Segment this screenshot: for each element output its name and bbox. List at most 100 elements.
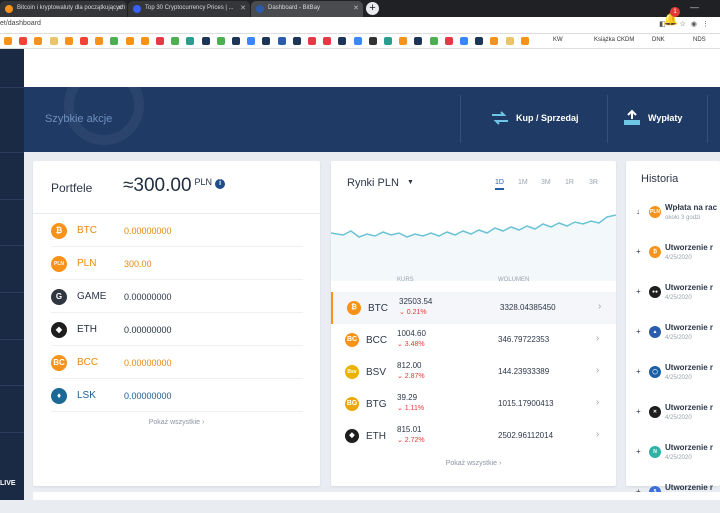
- history-item[interactable]: + ◯ Utworzenie r 4/25/2020: [636, 363, 720, 393]
- wallet-row[interactable]: G GAME 0.00000000: [51, 281, 303, 313]
- bookmark-favicon-icon[interactable]: [49, 37, 58, 45]
- bookmark[interactable]: KW: [553, 37, 563, 43]
- history-item[interactable]: + ▲ Utworzenie r 4/25/2020: [636, 323, 720, 353]
- bookmark-favicon-icon[interactable]: [34, 37, 43, 45]
- bookmark-favicon-icon[interactable]: [308, 37, 316, 45]
- bookmark-favicon-icon[interactable]: [80, 37, 88, 45]
- history-title: Historia: [641, 173, 679, 185]
- live-label[interactable]: LIVE: [0, 480, 16, 487]
- bookmark-favicon-icon[interactable]: [475, 37, 484, 45]
- bookmark-favicon-icon[interactable]: [505, 37, 514, 45]
- market-row[interactable]: BG BTG 39.29 ⌄ 1.11% 1015.17900413 ›: [331, 388, 616, 420]
- window-minimize-icon[interactable]: —: [690, 2, 699, 12]
- bookmark-favicon-icon[interactable]: [292, 37, 301, 45]
- bookmark-favicon-icon[interactable]: [277, 37, 286, 45]
- wallets-title: Portfele: [51, 181, 93, 195]
- bookmark[interactable]: Książka CKDM: [594, 37, 634, 43]
- history-item[interactable]: + ₿ Utworzenie r 4/25/2020: [636, 243, 720, 273]
- chevron-right-icon[interactable]: ›: [598, 301, 601, 312]
- wallet-row[interactable]: ₿ BTC 0.00000000: [51, 215, 303, 247]
- bookmark-favicon-icon[interactable]: [4, 37, 12, 45]
- chevron-right-icon[interactable]: ›: [596, 429, 599, 440]
- bookmark-favicon-icon[interactable]: [338, 37, 347, 45]
- bookmark-favicon-icon[interactable]: [247, 37, 256, 45]
- bookmark-favicon-icon[interactable]: [490, 37, 499, 45]
- bookmark-favicon-icon[interactable]: [201, 37, 210, 45]
- coin-icon: ♦: [51, 388, 67, 404]
- bookmark-favicon-icon[interactable]: [460, 37, 468, 45]
- timeframe-tab[interactable]: 1D: [495, 179, 504, 190]
- bookmark-favicon-icon[interactable]: [95, 37, 104, 45]
- bookmark-favicon-icon[interactable]: [384, 37, 392, 45]
- wallet-row[interactable]: ♦ LSK 0.00000000: [51, 380, 303, 412]
- star-icon[interactable]: ☆: [680, 21, 691, 28]
- bookmark-favicon-icon[interactable]: [140, 37, 149, 45]
- market-row[interactable]: Bsv BSV 812.00 ⌄ 2.87% 144.23933389 ›: [331, 356, 616, 388]
- close-icon[interactable]: ✕: [117, 4, 123, 12]
- bookmark-favicon-icon[interactable]: [353, 37, 362, 45]
- wallet-row[interactable]: ◆ ETH 0.00000000: [51, 314, 303, 346]
- close-icon[interactable]: ✕: [240, 4, 246, 12]
- market-row[interactable]: ₿ BTC 32503.54 ⌄ 0.21% 3328.04385450 ›: [331, 292, 616, 324]
- bookmark[interactable]: NDS: [693, 37, 706, 43]
- bookmark-favicon-icon[interactable]: [110, 37, 119, 45]
- market-row[interactable]: ◆ ETH 815.01 ⌄ 2.72% 2502.96112014 ›: [331, 420, 616, 452]
- new-tab-button[interactable]: +: [366, 2, 379, 15]
- info-icon[interactable]: i: [215, 179, 226, 189]
- bookmark-favicon-icon[interactable]: [171, 37, 180, 45]
- bookmark[interactable]: DNK: [652, 37, 665, 43]
- market-row[interactable]: BC BCC 1004.60 ⌄ 3.48% 346.79722353 ›: [331, 324, 616, 356]
- bookmark-favicon-icon[interactable]: [368, 37, 377, 45]
- chevron-right-icon[interactable]: ›: [596, 397, 599, 408]
- history-item[interactable]: ↓ PLN Wpłata na rac około 3 godzi: [636, 203, 720, 233]
- divider: [707, 95, 708, 143]
- bookmark-favicon-icon[interactable]: [399, 37, 408, 45]
- bookmark-favicon-icon[interactable]: [186, 37, 195, 45]
- menu-icon[interactable]: ⋮: [702, 21, 714, 28]
- market-volume: 144.23933389: [498, 367, 550, 376]
- browser-tab[interactable]: Bitcoin i kryptowaluty dla początkującyc…: [0, 1, 127, 17]
- sidebar-divider: [0, 199, 24, 200]
- history-item[interactable]: + ●● Utworzenie r 4/25/2020: [636, 283, 720, 313]
- browser-tab-active[interactable]: Dashboard - BitBay ✕: [251, 1, 363, 17]
- bookmark-favicon-icon[interactable]: [323, 37, 332, 45]
- markets-title[interactable]: Rynki PLN: [347, 177, 399, 189]
- extension-icon[interactable]: ◉: [691, 21, 702, 28]
- history-item[interactable]: + N Utworzenie r 4/25/2020: [636, 443, 720, 473]
- coin-icon: ₿: [51, 223, 67, 239]
- show-all-wallets-link[interactable]: Pokaż wszystkie ›: [33, 419, 320, 426]
- timeframe-tab[interactable]: 3R: [589, 179, 598, 186]
- close-icon[interactable]: ✕: [353, 4, 359, 12]
- market-price: 1004.60: [397, 329, 426, 338]
- coin-icon: G: [51, 289, 67, 305]
- bookmark-favicon-icon[interactable]: [262, 37, 271, 45]
- tab-favicon-icon: [133, 5, 141, 13]
- url-field[interactable]: et/dashboard: [0, 20, 41, 27]
- bookmark-favicon-icon[interactable]: [216, 37, 225, 45]
- chevron-right-icon[interactable]: ›: [596, 365, 599, 376]
- wallet-symbol: BCC: [77, 357, 99, 368]
- bookmark-favicon-icon[interactable]: [444, 37, 453, 45]
- chevron-right-icon[interactable]: ›: [596, 333, 599, 344]
- bookmark-favicon-icon[interactable]: [19, 37, 28, 45]
- wallet-amount: 0.00000000: [124, 325, 172, 335]
- timeframe-tab[interactable]: 1M: [518, 179, 528, 186]
- wallet-total-value: ≈300.00: [123, 175, 192, 196]
- bookmark-favicon-icon[interactable]: [64, 37, 73, 45]
- bookmark-favicon-icon[interactable]: [156, 37, 164, 45]
- browser-tab[interactable]: Top 30 Cryptocurrency Prices | ... ✕: [128, 1, 250, 17]
- bookmark-favicon-icon[interactable]: [232, 37, 240, 45]
- history-title: Utworzenie r: [665, 243, 714, 252]
- wallet-row[interactable]: BC BCC 0.00000000: [51, 347, 303, 379]
- history-type-icon: +: [636, 407, 641, 416]
- wallet-row[interactable]: PLN PLN 300.00: [51, 248, 303, 280]
- timeframe-tab[interactable]: 1R: [565, 179, 574, 186]
- timeframe-tab[interactable]: 3M: [541, 179, 551, 186]
- bookmark-favicon-icon[interactable]: [520, 37, 529, 45]
- bookmark-favicon-icon[interactable]: [125, 37, 134, 45]
- bookmark-favicon-icon[interactable]: [429, 37, 438, 45]
- history-item[interactable]: + ✕ Utworzenie r 4/25/2020: [636, 403, 720, 433]
- show-all-markets-link[interactable]: Pokaż wszystkie ›: [331, 460, 616, 467]
- bookmark-favicon-icon[interactable]: [414, 37, 423, 45]
- caret-down-icon[interactable]: ▼: [407, 179, 414, 186]
